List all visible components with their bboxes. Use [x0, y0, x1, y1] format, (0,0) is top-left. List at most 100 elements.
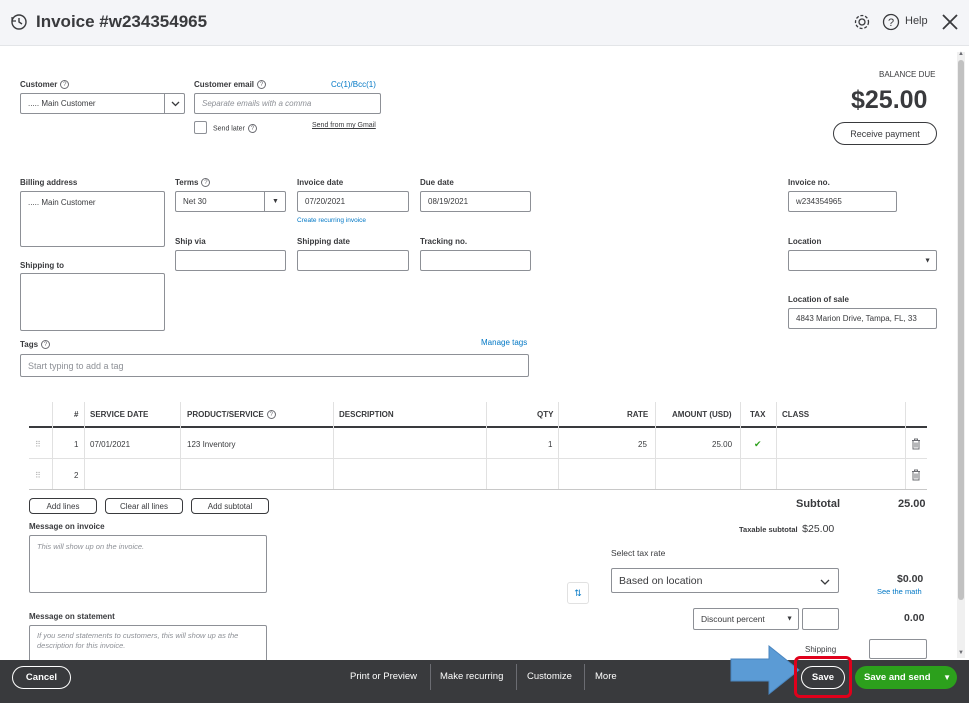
- more-button[interactable]: More: [595, 671, 617, 682]
- tax-amount: $0.00: [897, 573, 924, 585]
- row-product[interactable]: 123 Inventory: [187, 440, 235, 449]
- help-icon[interactable]: ?: [201, 178, 211, 188]
- table-row[interactable]: [29, 460, 927, 490]
- shipping-to-label: Shipping to: [20, 261, 64, 270]
- receive-payment-button[interactable]: Receive payment: [833, 122, 937, 145]
- send-later-label: Send later?: [213, 124, 257, 133]
- send-from-gmail-link[interactable]: Send from my Gmail: [312, 122, 376, 129]
- shipping-amount-input[interactable]: [869, 639, 927, 659]
- row-qty[interactable]: 1: [548, 440, 552, 449]
- page-title: Invoice #w234354965: [36, 12, 208, 31]
- customer-label: Customer?: [20, 80, 70, 90]
- location-label: Location: [788, 237, 822, 246]
- row-num: 2: [74, 471, 79, 480]
- help-icon[interactable]: ?: [257, 80, 267, 90]
- col-amount: AMOUNT (USD): [672, 410, 732, 419]
- customer-value: ..... Main Customer: [28, 99, 96, 108]
- table-row[interactable]: [29, 429, 927, 459]
- footer-divider: [516, 664, 517, 690]
- col-rate: RATE: [627, 410, 649, 419]
- location-of-sale-input[interactable]: 4843 Marion Drive, Tampa, FL, 33: [788, 308, 937, 329]
- due-date-input[interactable]: 08/19/2021: [420, 191, 531, 212]
- add-subtotal-button[interactable]: Add subtotal: [191, 498, 269, 514]
- ship-via-label: Ship via: [175, 237, 206, 246]
- add-lines-button[interactable]: Add lines: [29, 498, 97, 514]
- row-service-date[interactable]: 07/01/2021: [90, 440, 130, 449]
- save-and-send-label: Save and send: [864, 672, 931, 683]
- close-icon[interactable]: [940, 12, 960, 32]
- subtotal-label: Subtotal: [796, 498, 840, 510]
- row-tax-check[interactable]: ✔: [754, 439, 762, 450]
- tags-input[interactable]: Start typing to add a tag: [20, 354, 529, 377]
- message-on-statement-label: Message on statement: [29, 612, 115, 621]
- invoice-no-label: Invoice no.: [788, 178, 830, 187]
- help-icon[interactable]: ?: [266, 410, 276, 420]
- customize-button[interactable]: Customize: [527, 671, 572, 682]
- balance-due-label: BALANCE DUE: [879, 70, 936, 79]
- terms-select[interactable]: Net 30 ▼: [175, 191, 286, 212]
- tax-rate-select[interactable]: Based on location: [611, 568, 839, 593]
- col-tax: TAX: [750, 410, 766, 419]
- due-date-value: 08/19/2021: [428, 197, 469, 206]
- invoice-date-value: 07/20/2021: [305, 197, 346, 206]
- save-button[interactable]: Save: [801, 666, 845, 689]
- scroll-up-icon[interactable]: ▲: [958, 51, 964, 57]
- history-icon[interactable]: [10, 13, 28, 31]
- email-placeholder: Separate emails with a comma: [202, 99, 312, 108]
- help-icon[interactable]: ?: [882, 13, 900, 31]
- save-and-send-button[interactable]: Save and send ▼: [855, 666, 957, 689]
- footer-divider: [430, 664, 431, 690]
- tracking-no-input[interactable]: [420, 250, 531, 271]
- caret-down-icon[interactable]: ▼: [943, 673, 951, 682]
- taxable-subtotal: Taxable subtotal $25.00: [739, 523, 834, 535]
- invoice-no-input[interactable]: w234354965: [788, 191, 897, 212]
- discount-value-input[interactable]: [802, 608, 839, 630]
- invoice-date-input[interactable]: 07/20/2021: [297, 191, 409, 212]
- manage-tags-link[interactable]: Manage tags: [481, 338, 527, 347]
- gear-icon[interactable]: [853, 13, 871, 31]
- location-of-sale-label: Location of sale: [788, 295, 849, 304]
- make-recurring-button[interactable]: Make recurring: [440, 671, 503, 682]
- scrollbar-thumb[interactable]: [958, 60, 964, 600]
- due-date-label: Due date: [420, 178, 454, 187]
- help-link[interactable]: Help: [905, 15, 928, 27]
- help-icon[interactable]: ?: [247, 124, 257, 133]
- row-amount[interactable]: 25.00: [712, 440, 732, 449]
- billing-address-input[interactable]: ..... Main Customer: [20, 191, 165, 247]
- taxable-subtotal-value: $25.00: [802, 523, 835, 535]
- trash-icon[interactable]: [911, 469, 921, 481]
- help-icon[interactable]: ?: [41, 340, 51, 350]
- help-icon[interactable]: ?: [60, 80, 70, 90]
- invoice-no-value: w234354965: [796, 197, 842, 206]
- see-the-math-link[interactable]: See the math: [877, 587, 922, 596]
- billing-address-value: ..... Main Customer: [28, 198, 96, 207]
- scroll-down-icon[interactable]: ▼: [958, 650, 964, 656]
- tax-toggle[interactable]: ⇅: [567, 582, 589, 604]
- cc-bcc-link[interactable]: Cc(1)/Bcc(1): [331, 80, 376, 89]
- send-later-checkbox[interactable]: [194, 121, 207, 134]
- subtotal-value: 25.00: [898, 498, 926, 510]
- cancel-button[interactable]: Cancel: [12, 666, 71, 689]
- row-rate[interactable]: 25: [638, 440, 647, 449]
- customer-email-label: Customer email?: [194, 80, 267, 90]
- clear-all-lines-button[interactable]: Clear all lines: [105, 498, 183, 514]
- discount-amount: 0.00: [904, 612, 925, 624]
- message-on-invoice-label: Message on invoice: [29, 522, 105, 531]
- shipping-to-input[interactable]: [20, 273, 165, 331]
- customer-email-input[interactable]: Separate emails with a comma: [194, 93, 381, 114]
- message-on-invoice-input[interactable]: This will show up on the invoice.: [29, 535, 267, 593]
- ship-via-input[interactable]: [175, 250, 286, 271]
- col-num: #: [74, 410, 79, 419]
- drag-handle-icon[interactable]: ⠿: [35, 440, 41, 449]
- location-select[interactable]: ▼: [788, 250, 937, 271]
- drag-handle-icon[interactable]: ⠿: [35, 471, 41, 480]
- customer-select[interactable]: ..... Main Customer: [20, 93, 185, 114]
- discount-type-select[interactable]: Discount percent ▼: [693, 608, 799, 630]
- print-preview-button[interactable]: Print or Preview: [350, 671, 417, 682]
- trash-icon[interactable]: [911, 438, 921, 450]
- caret-down-icon: ▼: [786, 615, 793, 623]
- shipping-date-input[interactable]: [297, 250, 409, 271]
- col-description: DESCRIPTION: [339, 410, 394, 419]
- create-recurring-link[interactable]: Create recurring invoice: [297, 217, 366, 224]
- message-on-statement-input[interactable]: If you send statements to customers, thi…: [29, 625, 267, 665]
